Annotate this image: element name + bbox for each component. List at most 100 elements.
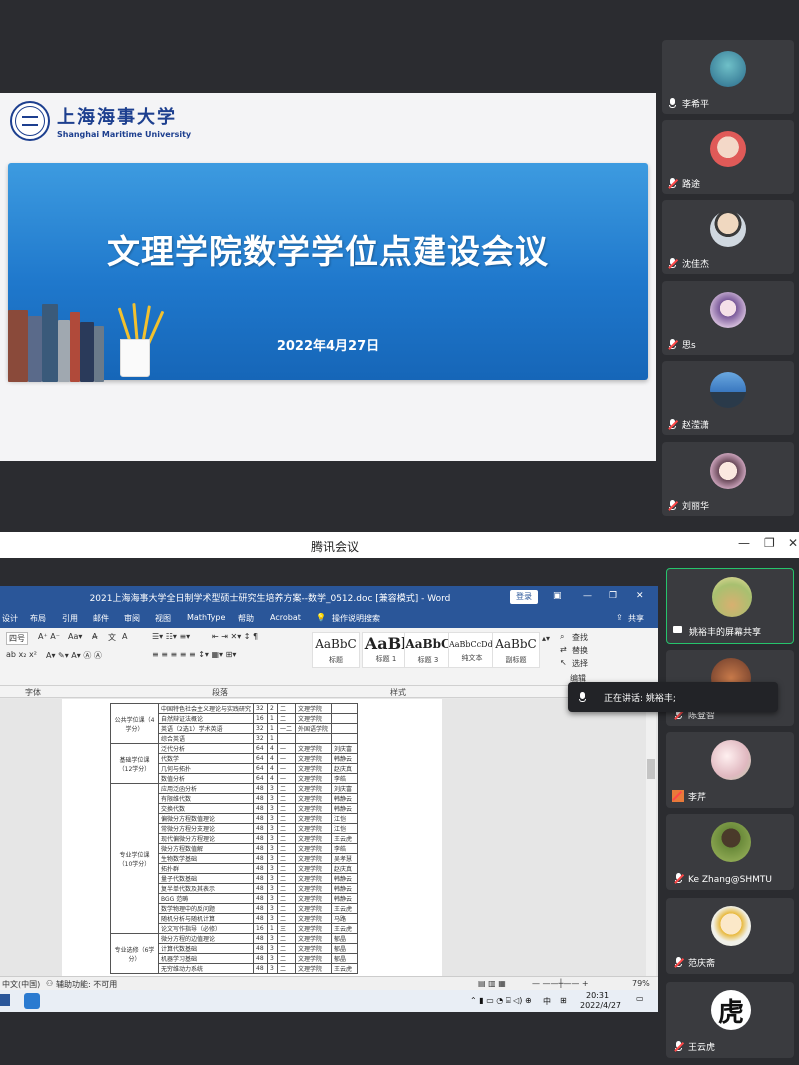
vertical-scrollbar[interactable] <box>646 699 656 976</box>
mic-icon <box>668 98 677 109</box>
participant-tile[interactable]: 范庆斋 <box>666 898 794 974</box>
tab-help[interactable]: 帮助 <box>238 613 254 624</box>
table-cell-term: 二 <box>277 933 297 944</box>
style-heading-1[interactable]: AaBl 标题 1 <box>362 632 410 668</box>
tell-me-search[interactable]: 操作说明搜索 <box>332 613 380 624</box>
books-illustration <box>8 298 128 382</box>
participant-tile[interactable]: 路途 <box>662 120 794 194</box>
participant-name: 范庆斋 <box>688 959 716 969</box>
restore-button[interactable]: ❐ <box>764 536 775 550</box>
table-cell-term: 二 <box>277 703 297 714</box>
ribbon-display-icon[interactable]: ▣ <box>553 591 562 601</box>
phonetic-icon[interactable]: 文 <box>108 632 116 643</box>
border-char-icon[interactable]: A <box>122 632 127 641</box>
share-icon[interactable]: ⇪ <box>616 613 623 622</box>
tab-acrobat[interactable]: Acrobat <box>270 613 301 622</box>
participant-tile-presenter[interactable]: 姚裕丰的屏幕共享 <box>666 568 794 644</box>
scroll-thumb[interactable] <box>647 759 655 779</box>
table-cell-teacher: 赵庆真 <box>331 763 359 774</box>
participant-tile[interactable]: 思s <box>662 281 794 355</box>
find-button[interactable]: 查找 <box>572 632 588 643</box>
indent-icon[interactable]: ⇤ ⇥ ✕▾ ↕ ¶ <box>212 632 258 641</box>
table-cell-teacher: 江恺 <box>331 813 359 824</box>
tab-mathtype[interactable]: MathType <box>187 613 225 622</box>
change-case-icon[interactable]: Aa▾ <box>68 632 82 641</box>
table-cell-term: 一 <box>277 743 297 754</box>
participant-tile[interactable]: 沈佳杰 <box>662 200 794 274</box>
share-button[interactable]: 共享 <box>628 613 644 624</box>
mic-muted-icon <box>674 1041 683 1052</box>
styles-scroll-icon[interactable]: ▴▾ <box>542 634 550 643</box>
participant-tile[interactable]: Ke Zhang@SHMTU <box>666 814 794 890</box>
close-button[interactable]: ✕ <box>788 536 798 550</box>
participant-tile[interactable]: 虎 王云虎 <box>666 982 794 1058</box>
view-mode-icons[interactable]: ▤ ▥ ▦ <box>478 979 506 988</box>
table-cell-credits: 3 <box>267 803 279 814</box>
table-cell-course: 代数学 <box>157 753 255 764</box>
tab-design[interactable]: 设计 <box>2 613 18 624</box>
minimize-icon[interactable]: — <box>583 591 592 601</box>
minimize-button[interactable]: — <box>738 536 750 550</box>
table-cell-course: 现代偏微分方程理论 <box>157 833 255 844</box>
clear-format-icon[interactable]: A̶ <box>92 632 97 641</box>
select-button[interactable]: 选择 <box>572 658 588 669</box>
tab-references[interactable]: 引用 <box>62 613 78 624</box>
replace-icon[interactable]: ⇄ <box>560 645 567 654</box>
table-cell-credits: 3 <box>267 863 279 874</box>
accessibility-icon[interactable]: ⚇ <box>46 979 53 988</box>
notification-icon[interactable]: ▭ <box>636 994 644 1003</box>
table-cell-course: 数值分析 <box>157 773 255 784</box>
accessibility-status[interactable]: 辅助功能: 不可用 <box>56 979 117 990</box>
table-cell-dept: 文理学院 <box>295 873 333 884</box>
table-cell-hours: 48 <box>253 883 269 894</box>
ime-indicator[interactable]: 中 <box>543 996 551 1007</box>
style-subtitle[interactable]: AaBbC 副标题 <box>492 632 540 668</box>
style-title[interactable]: AaBbC 标题 <box>312 632 360 668</box>
participant-tile[interactable]: 李希平 <box>662 40 794 114</box>
login-button[interactable]: 登录 <box>510 590 538 604</box>
tray-icons[interactable]: ⌃ ▮ ▭ ◔ ⌸ ◁) ⊕ <box>470 996 532 1006</box>
table-cell-hours: 16 <box>253 923 269 934</box>
strikethrough-icon[interactable]: ab x₂ x² <box>6 650 37 659</box>
zoom-slider[interactable]: — ——┼—— + <box>532 979 589 988</box>
tab-review[interactable]: 审阅 <box>124 613 140 624</box>
start-icon[interactable] <box>0 994 10 1006</box>
top-meeting-window: 上海海事大学 Shanghai Maritime University 文理学院… <box>0 0 799 532</box>
table-cell-dept: 文理学院 <box>295 793 333 804</box>
shared-slide: 上海海事大学 Shanghai Maritime University 文理学院… <box>0 93 656 461</box>
ime-icon[interactable]: ⊞ <box>560 996 567 1005</box>
tencent-meeting-taskbar-icon[interactable] <box>24 993 40 1009</box>
text-effects-icon[interactable]: A▾ ✎▾ A▾ Ⓐ Ⓐ <box>46 650 102 661</box>
participant-tile[interactable]: 李芹 <box>666 732 794 808</box>
table-cell-credits: 3 <box>267 893 279 904</box>
document-page[interactable]: 公共学位课（4学分） 中国特色社会主义理论与实践研究 32 2 二文理学院 自然辩证法概论… <box>62 699 442 976</box>
table-row: 专业学位课（10学分） 应用泛函分析 48 3 二文理学院 刘庆富 <box>110 783 359 934</box>
restore-icon[interactable]: ❐ <box>609 591 617 601</box>
table-cell-teacher <box>331 703 359 714</box>
tab-layout[interactable]: 布局 <box>30 613 46 624</box>
table-cell-course: 自然辩证法概论 <box>157 713 255 724</box>
participant-tile[interactable]: 赵滢潇 <box>662 361 794 435</box>
style-heading-3[interactable]: AaBbC 标题 3 <box>404 632 452 668</box>
grow-font-icon[interactable]: A⁺ A⁻ <box>38 632 60 641</box>
replace-button[interactable]: 替换 <box>572 645 588 656</box>
find-icon[interactable]: ⌕ <box>560 632 564 642</box>
taskbar-time[interactable]: 20:31 <box>586 991 609 1000</box>
close-icon[interactable]: ✕ <box>636 591 644 601</box>
table-cell-teacher: 赵庆真 <box>331 863 359 874</box>
tab-view[interactable]: 视图 <box>155 613 171 624</box>
participant-tile[interactable]: 刘丽华 <box>662 442 794 516</box>
zoom-level[interactable]: 79% <box>632 979 650 988</box>
font-size-select[interactable]: 四号 <box>6 632 28 645</box>
bullets-icon[interactable]: ☰▾ ☷▾ ≡▾ <box>152 632 190 641</box>
table-cell-credits: 3 <box>267 963 279 974</box>
table-cell-term: 二 <box>277 803 297 814</box>
taskbar-date[interactable]: 2022/4/27 <box>580 1001 621 1010</box>
table-cell-course: 有限维代数 <box>157 793 255 804</box>
tab-mailings[interactable]: 邮件 <box>93 613 109 624</box>
table-cell-course: 数学物理中的反问题 <box>157 903 255 914</box>
language-status[interactable]: 中文(中国) <box>2 979 40 990</box>
select-icon[interactable]: ↖ <box>560 658 567 667</box>
align-icon[interactable]: ≡ ≡ ≡ ≡ ≡ ↕▾ ▦▾ ⊞▾ <box>152 650 236 659</box>
style-plain-text[interactable]: AaBbCcDdi 纯文本 <box>448 632 496 668</box>
